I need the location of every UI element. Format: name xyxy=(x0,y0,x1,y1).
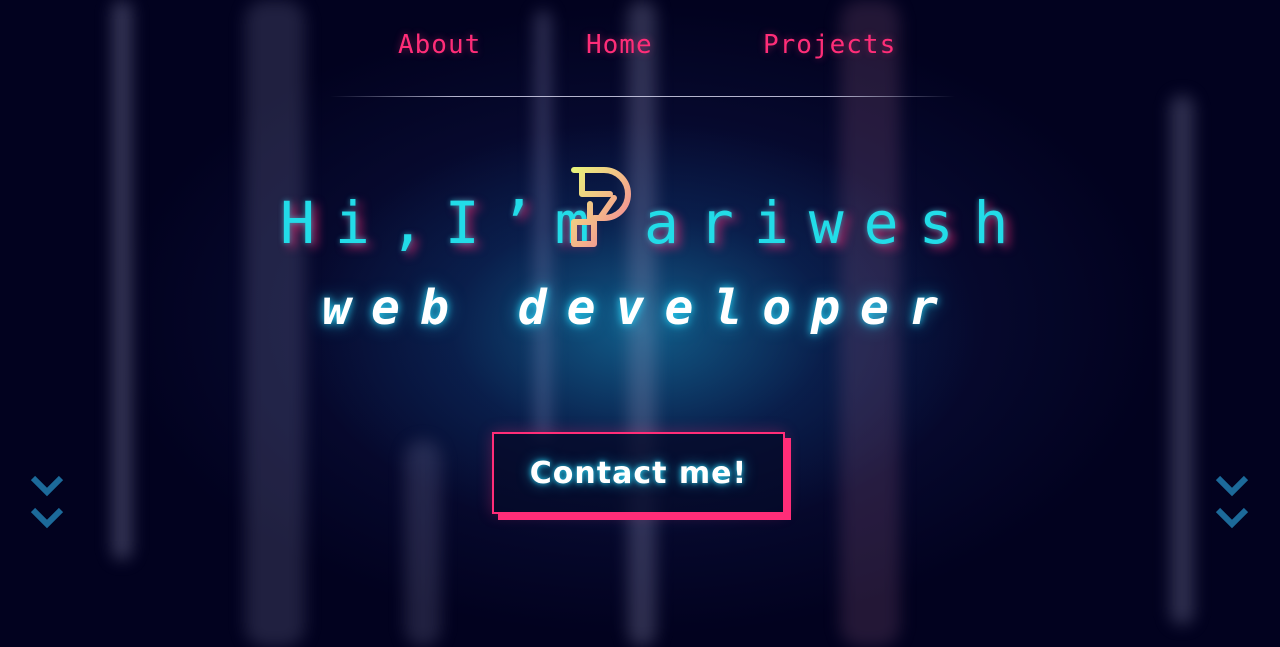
hero-page: About Home Projects Hi,I’m ariwesh web d… xyxy=(0,0,1280,647)
nav-link-home[interactable]: Home xyxy=(586,30,653,60)
light-beam xyxy=(405,440,441,647)
double-chevron-down-icon[interactable] xyxy=(1215,474,1249,536)
hero-greeting: Hi,I’m ariwesh xyxy=(280,167,1010,258)
greeting-prefix: Hi,I’m xyxy=(280,189,610,257)
contact-button[interactable]: Contact me! xyxy=(492,432,785,514)
letter-p-logo-icon xyxy=(571,167,631,247)
greeting-name: ariwesh xyxy=(644,189,1029,257)
hero-role: web developer xyxy=(322,280,958,336)
double-chevron-down-icon[interactable] xyxy=(30,474,64,536)
nav-link-about[interactable]: About xyxy=(398,30,481,60)
main-nav: About Home Projects xyxy=(0,30,1280,70)
nav-divider xyxy=(330,96,955,97)
nav-link-projects[interactable]: Projects xyxy=(763,30,896,60)
light-beam xyxy=(1170,95,1194,625)
contact-button-label: Contact me! xyxy=(529,455,748,491)
